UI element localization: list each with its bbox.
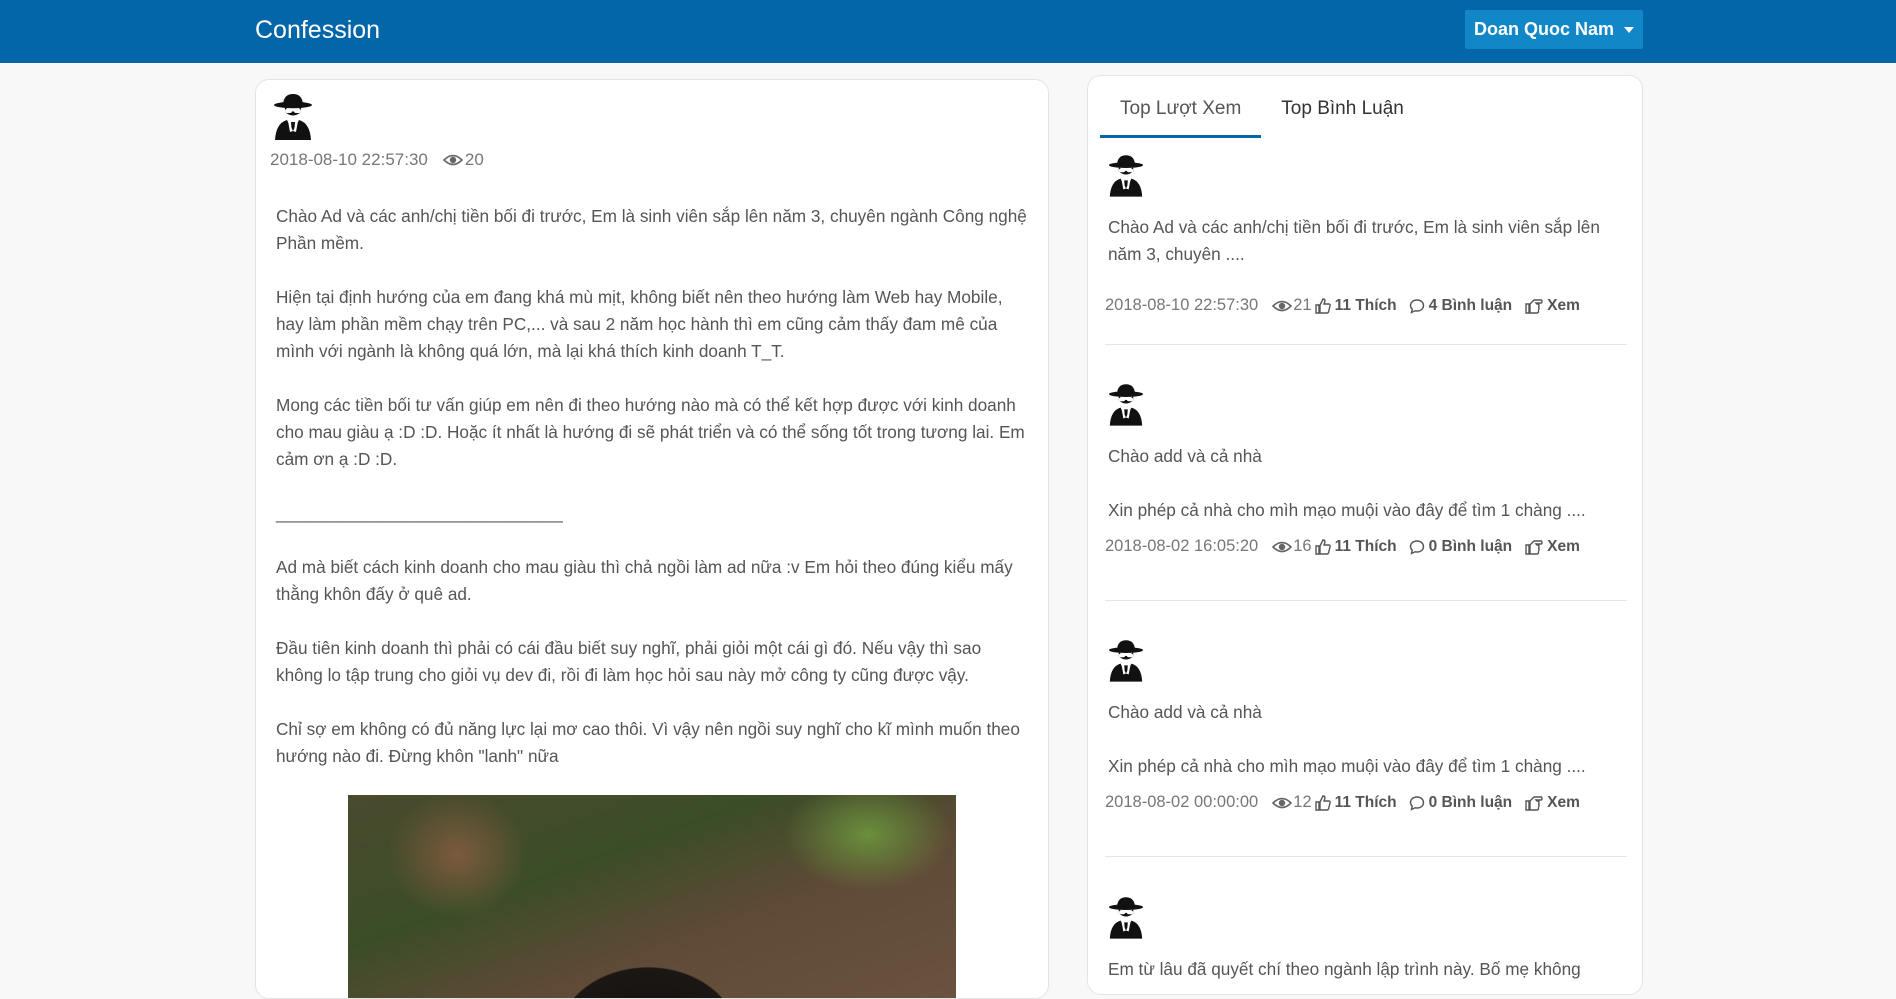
anonymous-avatar-icon	[1108, 894, 1144, 940]
post-timestamp: 2018-08-10 22:57:30	[270, 150, 428, 169]
hand-point-right-icon	[1525, 795, 1543, 811]
hand-point-right-icon	[1525, 298, 1543, 314]
like-button[interactable]: 11 Thích	[1315, 297, 1397, 315]
anonymous-avatar-icon	[273, 92, 313, 140]
list-item-title: Chào add và cả nhà	[1108, 702, 1262, 722]
anonymous-avatar-icon	[1108, 152, 1144, 198]
post-meta: 2018-08-10 22:57:30 20	[270, 150, 484, 170]
list-item-excerpt: Xin phép cả nhà cho mìh mạo muội vào đây…	[1108, 756, 1586, 776]
list-item-excerpt: Chào Ad và các anh/chị tiền bối đi trước…	[1108, 217, 1600, 264]
anonymous-avatar-icon	[1108, 637, 1144, 683]
comment-icon	[1409, 539, 1425, 555]
list-item-views: 21	[1293, 296, 1312, 314]
anonymous-avatar-icon	[1108, 381, 1144, 427]
list-item-timestamp: 2018-08-10 22:57:30	[1105, 296, 1259, 314]
tab-top-comments[interactable]: Top Bình Luận	[1261, 98, 1424, 138]
like-count: 11 Thích	[1334, 793, 1397, 811]
post-image	[348, 795, 956, 998]
view-button[interactable]: Xem	[1525, 538, 1580, 556]
like-count: 11 Thích	[1334, 296, 1397, 314]
comment-count: 0 Bình luận	[1428, 537, 1513, 555]
divider	[1105, 600, 1627, 601]
comment-button[interactable]: 0 Bình luận	[1409, 537, 1513, 556]
tab-top-views[interactable]: Top Lượt Xem	[1100, 98, 1262, 138]
hand-point-right-icon	[1525, 539, 1543, 555]
comment-count: 0 Bình luận	[1428, 793, 1513, 811]
post-paragraph: Mong các tiền bối tư vấn giúp em nên đi …	[276, 395, 1025, 469]
list-item-meta: 2018-08-02 16:05:20 16 11 Thích 0 Bình l…	[1105, 537, 1580, 556]
thumbs-up-icon	[1315, 298, 1331, 314]
view-label: Xem	[1547, 296, 1580, 314]
post-paragraph: Ad mà biết cách kinh doanh cho mau giàu …	[276, 557, 1013, 604]
caret-down-icon	[1624, 26, 1635, 33]
divider	[1105, 856, 1627, 857]
thumbs-up-icon	[1315, 539, 1331, 555]
post-paragraph: Đầu tiên kinh doanh thì phải có cái đầu …	[276, 638, 982, 685]
comment-button[interactable]: 4 Bình luận	[1409, 296, 1513, 315]
brand-logo[interactable]: Confession	[255, 16, 380, 45]
eye-icon	[1272, 796, 1292, 810]
post-paragraph: Hiện tại định hướng của em đang khá mù m…	[276, 287, 1003, 361]
list-item-timestamp: 2018-08-02 16:05:20	[1105, 537, 1259, 555]
user-name: Doan Quoc Nam	[1473, 19, 1615, 39]
list-item-meta: 2018-08-02 00:00:00 12 11 Thích 0 Bình l…	[1105, 793, 1580, 812]
confession-post: 2018-08-10 22:57:30 20 Chào Ad và các an…	[255, 79, 1049, 999]
list-item-meta: 2018-08-10 22:57:30 21 11 Thích 4 Bình l…	[1105, 296, 1580, 315]
comment-button[interactable]: 0 Bình luận	[1409, 793, 1513, 812]
eye-icon	[1272, 299, 1292, 313]
list-item-views: 16	[1293, 537, 1312, 555]
like-button[interactable]: 11 Thích	[1315, 794, 1397, 812]
comment-icon	[1409, 298, 1425, 314]
post-content: Chào Ad và các anh/chị tiền bối đi trước…	[276, 203, 1028, 797]
list-item-timestamp: 2018-08-02 00:00:00	[1105, 793, 1259, 811]
list-item-title: Chào add và cả nhà	[1108, 446, 1262, 466]
like-button[interactable]: 11 Thích	[1315, 538, 1397, 556]
eye-icon	[1272, 540, 1292, 554]
sidebar-tabs: Top Lượt Xem Top Bình Luận	[1100, 98, 1424, 138]
view-button[interactable]: Xem	[1525, 794, 1580, 812]
comment-count: 4 Bình luận	[1428, 296, 1513, 314]
eye-icon	[443, 153, 463, 167]
divider	[1105, 344, 1627, 345]
view-label: Xem	[1547, 537, 1580, 555]
view-button[interactable]: Xem	[1525, 297, 1580, 315]
view-label: Xem	[1547, 793, 1580, 811]
post-separator: ______________________________	[276, 503, 563, 523]
post-view-count: 20	[464, 150, 484, 169]
post-paragraph: Chào Ad và các anh/chị tiền bối đi trước…	[276, 206, 1027, 253]
list-item-views: 12	[1293, 793, 1312, 811]
like-count: 11 Thích	[1334, 537, 1397, 555]
user-menu-button[interactable]: Doan Quoc Nam	[1465, 10, 1643, 49]
comment-icon	[1409, 795, 1425, 811]
thumbs-up-icon	[1315, 795, 1331, 811]
top-posts-sidebar: Top Lượt Xem Top Bình Luận Chào Ad và cá…	[1087, 75, 1643, 995]
list-item-excerpt: Em từ lâu đã quyết chí theo ngành lập tr…	[1108, 959, 1581, 979]
list-item-excerpt: Xin phép cả nhà cho mìh mạo muội vào đây…	[1108, 500, 1586, 520]
post-paragraph: Chỉ sợ em không có đủ năng lực lại mơ ca…	[276, 719, 1020, 766]
top-navbar: Confession Doan Quoc Nam	[0, 0, 1896, 63]
